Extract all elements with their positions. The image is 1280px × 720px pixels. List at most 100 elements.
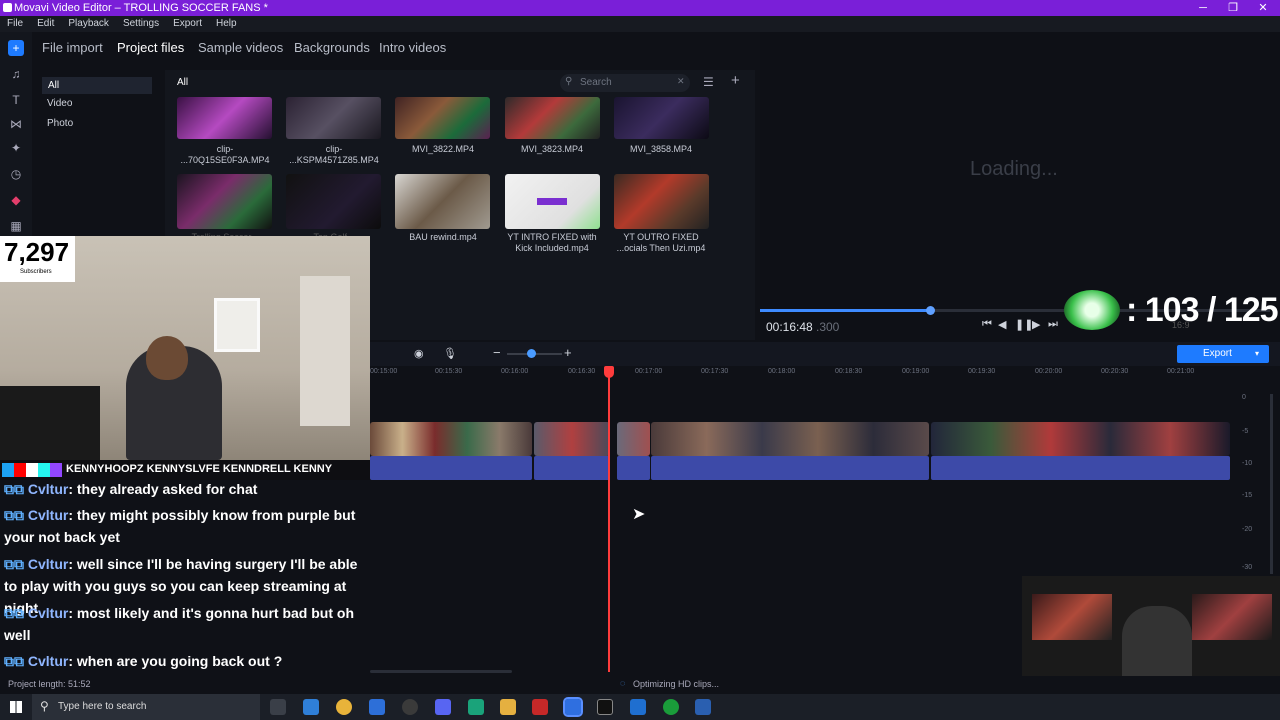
media-thumb[interactable] — [177, 174, 272, 229]
capcut-icon[interactable] — [597, 699, 613, 715]
menu-settings[interactable]: Settings — [116, 16, 166, 32]
timer-icon[interactable]: ◷ — [8, 166, 24, 182]
edge-icon[interactable] — [303, 699, 319, 715]
audio-clip[interactable] — [651, 456, 929, 480]
audio-clip[interactable] — [931, 456, 1230, 480]
tab-intro-videos[interactable]: Intro videos — [379, 40, 446, 55]
effects-icon[interactable]: ✦ — [8, 140, 24, 156]
ruler-tick: 00:17:30 — [701, 368, 729, 375]
media-thumb[interactable] — [614, 174, 709, 229]
wall-screen — [1032, 594, 1112, 640]
ruler-tick: 00:19:30 — [968, 368, 996, 375]
timeline-scrollbar[interactable] — [370, 670, 512, 673]
app-red-icon[interactable] — [532, 699, 548, 715]
zoom-out-icon[interactable]: − — [493, 345, 501, 360]
music-icon[interactable]: ♫ — [8, 66, 24, 82]
movavi-icon[interactable] — [563, 697, 583, 717]
media-thumb[interactable] — [286, 174, 381, 229]
tab-backgrounds[interactable]: Backgrounds — [294, 40, 370, 55]
search-input[interactable]: ⚲ Search ✕ — [560, 74, 690, 92]
obs-icon[interactable] — [402, 699, 418, 715]
frame-back-icon[interactable]: ◀ — [998, 318, 1006, 331]
category-all[interactable]: All — [42, 77, 152, 94]
seek-handle[interactable] — [926, 306, 935, 315]
export-button[interactable]: Export ▾ — [1177, 345, 1269, 363]
zoom-slider-handle[interactable] — [527, 349, 536, 358]
app-green-icon[interactable] — [468, 699, 484, 715]
volume-meter: 0 -5 -10 -15 -20 -30 — [1232, 380, 1280, 576]
minimize-button[interactable]: ─ — [1188, 0, 1218, 16]
playhead-marker[interactable] — [604, 366, 614, 378]
media-thumb[interactable] — [177, 97, 272, 139]
meter-label: -15 — [1242, 492, 1253, 499]
category-photo[interactable]: Photo — [47, 118, 73, 129]
audio-clip[interactable] — [370, 456, 532, 480]
intro-logo — [537, 198, 567, 205]
playhead[interactable] — [604, 366, 614, 672]
video-clip[interactable] — [651, 422, 929, 456]
skip-end-icon[interactable]: ⏭ — [1048, 318, 1058, 331]
media-thumb[interactable] — [395, 97, 490, 139]
menu-help[interactable]: Help — [209, 16, 244, 32]
sort-icon[interactable]: ☰ — [703, 75, 714, 89]
microphone-icon[interactable]: 🎙 — [443, 347, 457, 360]
media-thumb[interactable] — [286, 97, 381, 139]
import-tabs: File import Project files Sample videos … — [32, 36, 752, 60]
clear-search-icon[interactable]: ✕ — [677, 76, 685, 87]
media-thumb[interactable] — [395, 174, 490, 229]
category-video[interactable]: Video — [47, 98, 72, 109]
webcam-record-icon[interactable]: ◉ — [414, 347, 424, 360]
chat-user: Cvltur — [27, 653, 69, 669]
skip-start-icon[interactable]: ⏮ — [982, 318, 992, 331]
store-app-icon[interactable] — [369, 699, 385, 715]
menu-edit[interactable]: Edit — [30, 16, 61, 32]
pause-icon[interactable]: ❚❚ — [1015, 318, 1033, 331]
ruler-tick: 00:15:30 — [435, 368, 463, 375]
export-dropdown-icon[interactable]: ▾ — [1255, 345, 1259, 363]
import-plus-icon[interactable]: + — [8, 40, 24, 56]
chat-badge-icons: ⧉⧉ — [4, 653, 28, 669]
window-in-room — [214, 298, 260, 352]
menu-export[interactable]: Export — [166, 16, 209, 32]
transitions-icon[interactable]: ⋈ — [8, 116, 24, 132]
add-media-icon[interactable]: + — [731, 72, 740, 89]
tab-sample-videos[interactable]: Sample videos — [198, 40, 283, 55]
ruler-tick: 00:21:00 — [1167, 368, 1195, 375]
doorway — [300, 276, 350, 426]
video-clip[interactable] — [370, 422, 532, 456]
project-length: Project length: 51:52 — [8, 679, 91, 689]
video-clip[interactable] — [617, 422, 650, 456]
mouse-cursor-icon: ➤ — [632, 506, 646, 523]
chrome-icon[interactable] — [336, 699, 352, 715]
audio-clip[interactable] — [617, 456, 650, 480]
close-button[interactable]: ✕ — [1248, 0, 1278, 16]
audio-clip[interactable] — [534, 456, 610, 480]
time-ruler[interactable]: 00:15:00 00:15:30 00:16:00 00:16:30 00:1… — [370, 366, 1230, 380]
tab-project-files[interactable]: Project files — [117, 40, 184, 55]
text-icon[interactable]: T — [8, 92, 24, 108]
maximize-button[interactable]: ❐ — [1218, 0, 1248, 16]
media-label: BAU rewind.mp4 — [409, 232, 477, 242]
chat-badge-icons: ⧉⧉ — [4, 507, 28, 523]
task-view-icon[interactable] — [270, 699, 286, 715]
media-thumb[interactable] — [505, 174, 600, 229]
store-icon[interactable]: ◆ — [8, 192, 24, 208]
more-tools-icon[interactable]: ▦ — [8, 218, 24, 234]
windows-start-icon[interactable] — [10, 701, 22, 713]
media-thumb[interactable] — [614, 97, 709, 139]
media-thumb[interactable] — [505, 97, 600, 139]
ruler-tick: 00:20:00 — [1035, 368, 1063, 375]
menu-playback[interactable]: Playback — [61, 16, 116, 32]
taskbar-search[interactable]: ⚲ Type here to search — [32, 694, 260, 720]
tab-file-import[interactable]: File import — [42, 40, 103, 55]
zoom-in-icon[interactable]: + — [564, 345, 572, 360]
frame-forward-icon[interactable]: ▶ — [1032, 318, 1040, 331]
video-clip[interactable] — [931, 422, 1230, 456]
discord-icon[interactable] — [435, 699, 451, 715]
menu-file[interactable]: File — [0, 16, 30, 32]
outlook-icon[interactable] — [630, 699, 646, 715]
file-explorer-icon[interactable] — [500, 699, 516, 715]
xbox-icon[interactable] — [663, 699, 679, 715]
app-blue-icon[interactable] — [695, 699, 711, 715]
video-clip[interactable] — [534, 422, 610, 456]
